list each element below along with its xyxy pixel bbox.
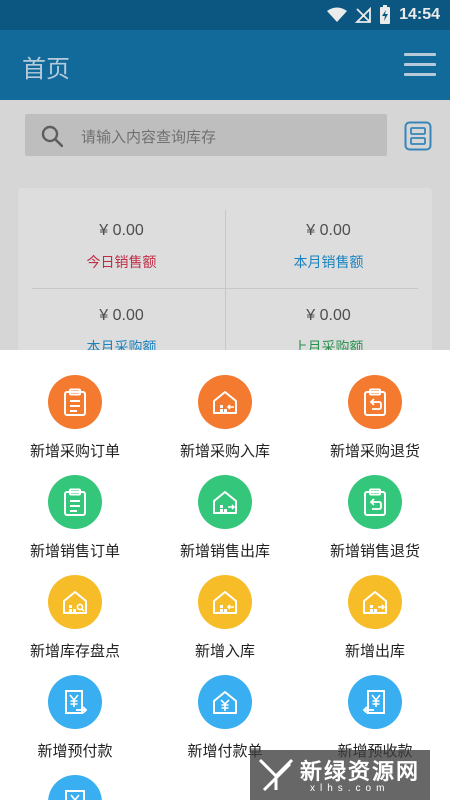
watermark: 新绿资源网 xlhs.com <box>250 750 430 800</box>
page-title: 首页 <box>22 55 70 83</box>
action-label: 新增预付款 <box>37 742 113 760</box>
action-new-purchase-inbound[interactable]: 新增采购入库 <box>150 375 300 461</box>
stat-value: ¥ 0.00 <box>99 222 144 239</box>
action-label: 新增库存盘点 <box>29 642 120 660</box>
action-label: 新增入库 <box>194 642 255 660</box>
action-label: 新增销售出库 <box>179 542 270 560</box>
search-placeholder: 请输入内容查询库存 <box>81 128 217 146</box>
clipboard-return-icon <box>348 375 402 429</box>
action-label: 新增销售退货 <box>329 542 420 560</box>
stat-value: ¥ 0.00 <box>306 307 351 324</box>
action-new-payment[interactable]: 新增付款单 <box>150 675 300 761</box>
stat-month-sales[interactable]: ¥ 0.00 本月销售额 <box>225 222 432 272</box>
action-more[interactable] <box>0 775 150 800</box>
watermark-text: 新绿资源网 <box>300 760 421 785</box>
action-new-prepayment[interactable]: 新增预付款 <box>0 675 150 761</box>
watermark-url: xlhs.com <box>310 783 390 794</box>
action-label: 新增销售订单 <box>29 542 120 560</box>
battery-charging-icon <box>380 5 391 24</box>
stat-value: ¥ 0.00 <box>306 222 351 239</box>
clipboard-icon <box>48 375 102 429</box>
action-new-sales-return[interactable]: 新增销售退货 <box>300 475 450 561</box>
action-new-sales-outbound[interactable]: 新增销售出库 <box>150 475 300 561</box>
stat-value: ¥ 0.00 <box>99 307 144 324</box>
yen-house-icon <box>198 675 252 729</box>
watermark-logo <box>258 758 294 792</box>
stats-panel: ¥ 0.00 今日销售额 ¥ 0.00 本月销售额 ¥ 0.00 本月采购额 ¥… <box>18 188 432 358</box>
quick-add-sheet: 新增采购订单 新增采购入库 新增采购退货 新增销售订单 新增销售出库 新增销售退… <box>0 350 450 800</box>
yen-receipt-return-icon <box>348 675 402 729</box>
status-bar: 14:54 <box>0 0 450 30</box>
warehouse-out-icon <box>198 475 252 529</box>
yen-receipt-icon <box>48 675 102 729</box>
warehouse-in-icon <box>198 375 252 429</box>
action-new-outbound[interactable]: 新增出库 <box>300 575 450 661</box>
receipt-icon <box>48 775 102 800</box>
warehouse-out-icon <box>348 575 402 629</box>
stat-label: 本月销售额 <box>293 255 364 271</box>
action-new-advance-receipt[interactable]: 新增预收款 <box>300 675 450 761</box>
action-new-inbound[interactable]: 新增入库 <box>150 575 300 661</box>
action-label: 新增采购入库 <box>179 442 270 460</box>
action-label: 新增采购订单 <box>29 442 120 460</box>
stat-label: 今日销售额 <box>86 255 157 271</box>
action-label: 新增采购退货 <box>329 442 420 460</box>
search-icon <box>41 125 63 147</box>
action-new-stocktake[interactable]: 新增库存盘点 <box>0 575 150 661</box>
clipboard-icon <box>48 475 102 529</box>
divider <box>32 288 418 289</box>
warehouse-check-icon <box>48 575 102 629</box>
action-new-purchase-order[interactable]: 新增采购订单 <box>0 375 150 461</box>
search-input[interactable]: 请输入内容查询库存 <box>25 114 387 156</box>
app-header: 首页 <box>0 30 450 100</box>
stat-today-sales[interactable]: ¥ 0.00 今日销售额 <box>18 222 225 272</box>
warehouse-in-icon <box>198 575 252 629</box>
menu-icon[interactable] <box>404 53 436 77</box>
action-new-purchase-return[interactable]: 新增采购退货 <box>300 375 450 461</box>
status-time: 14:54 <box>399 6 440 23</box>
scan-icon[interactable] <box>404 121 432 151</box>
action-label: 新增出库 <box>344 642 405 660</box>
action-new-sales-order[interactable]: 新增销售订单 <box>0 475 150 561</box>
no-signal-icon <box>355 7 371 23</box>
clipboard-return-icon <box>348 475 402 529</box>
wifi-icon <box>327 7 348 22</box>
